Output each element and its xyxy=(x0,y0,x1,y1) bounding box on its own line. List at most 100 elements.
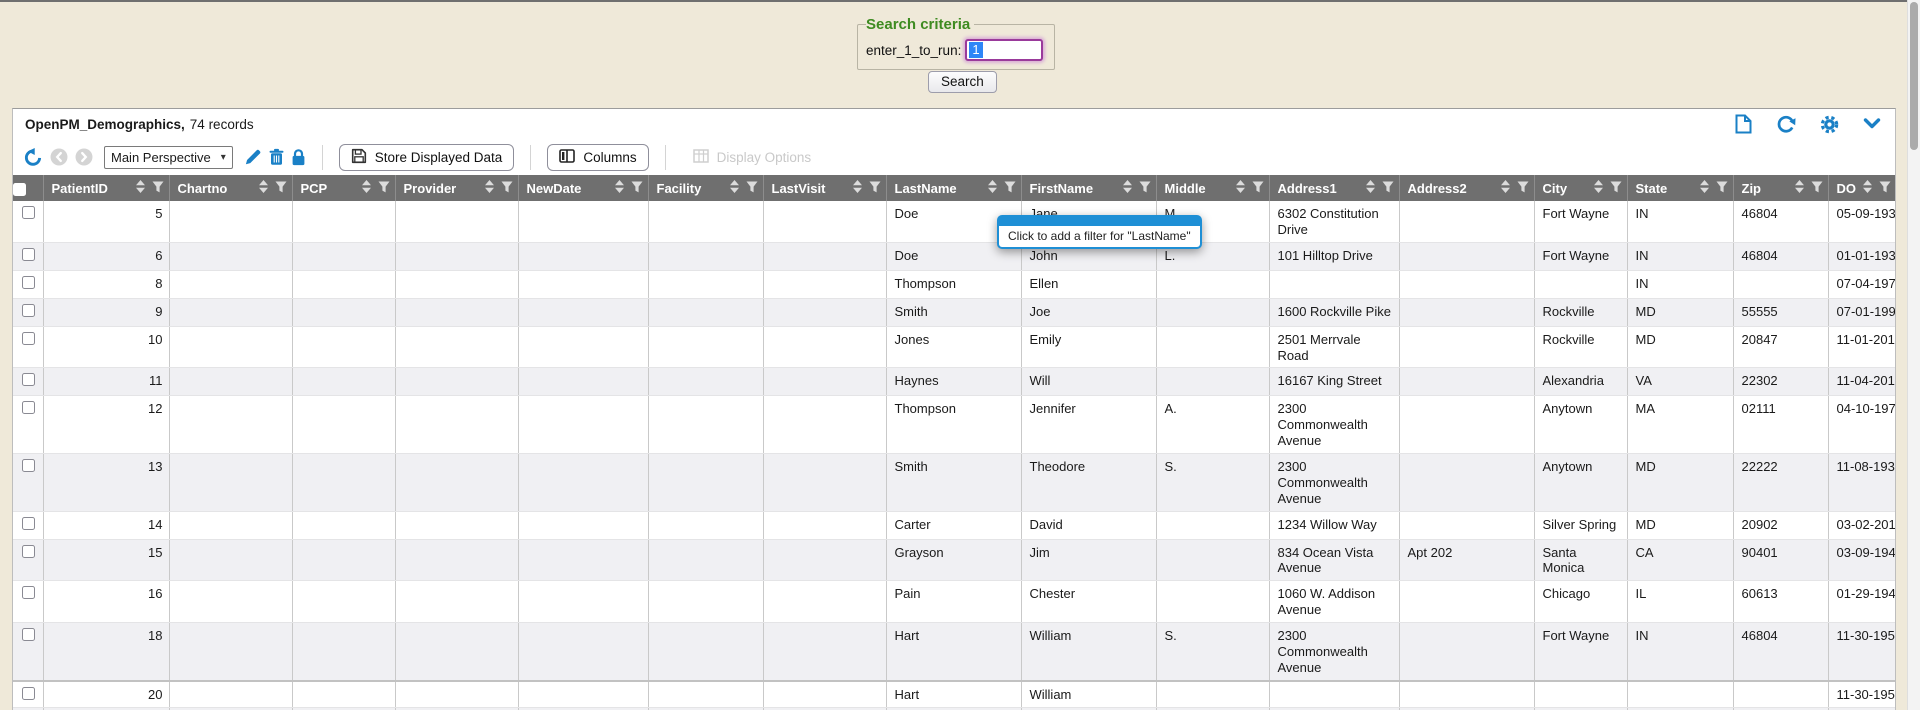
scrollbar-thumb[interactable] xyxy=(1910,2,1918,150)
sort-icon[interactable] xyxy=(1122,180,1133,196)
cell-facility xyxy=(648,396,763,454)
cell-address1: 6302 Constitution Drive xyxy=(1269,201,1399,242)
sort-icon[interactable] xyxy=(258,180,269,196)
filter-icon[interactable] xyxy=(631,181,643,196)
column-header-lastvisit[interactable]: LastVisit xyxy=(763,175,886,201)
column-header-state[interactable]: State xyxy=(1627,175,1733,201)
cell-newdate xyxy=(518,623,648,681)
cell-state: MD xyxy=(1627,454,1733,512)
column-header-newdate[interactable]: NewDate xyxy=(518,175,648,201)
sort-icon[interactable] xyxy=(1593,180,1604,196)
sort-icon[interactable] xyxy=(729,180,740,196)
cell-state: MD xyxy=(1627,511,1733,539)
filter-icon[interactable] xyxy=(1517,181,1529,196)
sort-icon[interactable] xyxy=(1235,180,1246,196)
column-header-middle[interactable]: Middle xyxy=(1156,175,1269,201)
sort-icon[interactable] xyxy=(1862,180,1873,196)
cell-chartno xyxy=(169,511,292,539)
row-checkbox[interactable] xyxy=(22,545,35,558)
select-all-checkbox[interactable] xyxy=(13,183,26,196)
row-checkbox[interactable] xyxy=(22,628,35,641)
row-checkbox[interactable] xyxy=(22,304,35,317)
undo-icon[interactable] xyxy=(23,148,43,167)
cell-lastvisit xyxy=(763,298,886,326)
sort-icon[interactable] xyxy=(614,180,625,196)
perspective-select[interactable]: Main Perspective ▾ xyxy=(104,146,233,169)
cell-firstname: William xyxy=(1021,681,1156,708)
cell-patientid: 12 xyxy=(43,396,169,454)
row-checkbox[interactable] xyxy=(22,248,35,261)
edit-icon[interactable] xyxy=(244,148,262,166)
column-header-zip[interactable]: Zip xyxy=(1733,175,1828,201)
new-document-icon[interactable] xyxy=(1735,114,1752,134)
filter-icon[interactable] xyxy=(1879,181,1891,196)
row-checkbox[interactable] xyxy=(22,459,35,472)
cell-middle: A. xyxy=(1156,396,1269,454)
column-header-provider[interactable]: Provider xyxy=(395,175,518,201)
filter-icon[interactable] xyxy=(501,181,513,196)
cell-pcp xyxy=(292,201,395,242)
cell-city: Santa Monica xyxy=(1534,539,1627,581)
sort-icon[interactable] xyxy=(987,180,998,196)
cell-city: Chicago xyxy=(1534,581,1627,623)
filter-icon[interactable] xyxy=(869,181,881,196)
column-header-lastname[interactable]: LastName xyxy=(886,175,1021,201)
filter-icon[interactable] xyxy=(152,181,164,196)
collapse-icon[interactable] xyxy=(1863,118,1881,130)
column-header-facility[interactable]: Facility xyxy=(648,175,763,201)
sort-icon[interactable] xyxy=(135,180,146,196)
refresh-icon[interactable] xyxy=(1776,115,1796,134)
delete-icon[interactable] xyxy=(269,148,284,166)
filter-icon[interactable] xyxy=(275,181,287,196)
row-checkbox[interactable] xyxy=(22,332,35,345)
sort-icon[interactable] xyxy=(1365,180,1376,196)
column-header-firstname[interactable]: FirstName xyxy=(1021,175,1156,201)
cell-address2 xyxy=(1399,368,1534,396)
row-checkbox[interactable] xyxy=(22,401,35,414)
sort-icon[interactable] xyxy=(361,180,372,196)
filter-icon[interactable] xyxy=(1004,181,1016,196)
lock-icon[interactable] xyxy=(291,148,306,166)
row-checkbox[interactable] xyxy=(22,517,35,530)
row-checkbox[interactable] xyxy=(22,373,35,386)
search-button[interactable]: Search xyxy=(928,71,997,93)
column-header-pcp[interactable]: PCP xyxy=(292,175,395,201)
cell-newdate xyxy=(518,581,648,623)
column-header-city[interactable]: City xyxy=(1534,175,1627,201)
cell-pcp xyxy=(292,511,395,539)
column-header-address2[interactable]: Address2 xyxy=(1399,175,1534,201)
cell-patientid: 13 xyxy=(43,454,169,512)
column-header-chartno[interactable]: Chartno xyxy=(169,175,292,201)
gear-icon[interactable] xyxy=(1820,115,1839,134)
sort-icon[interactable] xyxy=(852,180,863,196)
filter-icon[interactable] xyxy=(1382,181,1394,196)
filter-icon[interactable] xyxy=(1610,181,1622,196)
cell-pcp xyxy=(292,623,395,681)
sort-icon[interactable] xyxy=(1500,180,1511,196)
sort-icon[interactable] xyxy=(1699,180,1710,196)
sort-icon[interactable] xyxy=(484,180,495,196)
cell-middle xyxy=(1156,681,1269,708)
cell-zip: 46804 xyxy=(1733,242,1828,270)
cell-provider xyxy=(395,454,518,512)
column-header-dob[interactable]: DOB xyxy=(1828,175,1896,201)
run-input[interactable]: 1 xyxy=(965,39,1043,61)
column-header-address1[interactable]: Address1 xyxy=(1269,175,1399,201)
cell-state: VA xyxy=(1627,368,1733,396)
filter-icon[interactable] xyxy=(746,181,758,196)
filter-icon[interactable] xyxy=(1716,181,1728,196)
cell-provider xyxy=(395,298,518,326)
filter-icon[interactable] xyxy=(378,181,390,196)
filter-icon[interactable] xyxy=(1139,181,1151,196)
sort-icon[interactable] xyxy=(1794,180,1805,196)
store-displayed-data-button[interactable]: Store Displayed Data xyxy=(339,144,515,171)
row-checkbox[interactable] xyxy=(22,687,35,700)
filter-icon[interactable] xyxy=(1252,181,1264,196)
columns-button[interactable]: Columns xyxy=(547,144,648,171)
row-checkbox[interactable] xyxy=(22,276,35,289)
filter-icon[interactable] xyxy=(1811,181,1823,196)
row-checkbox[interactable] xyxy=(22,586,35,599)
column-header-patientid[interactable]: PatientID xyxy=(43,175,169,201)
row-checkbox[interactable] xyxy=(22,206,35,219)
vertical-scrollbar[interactable] xyxy=(1907,0,1920,710)
